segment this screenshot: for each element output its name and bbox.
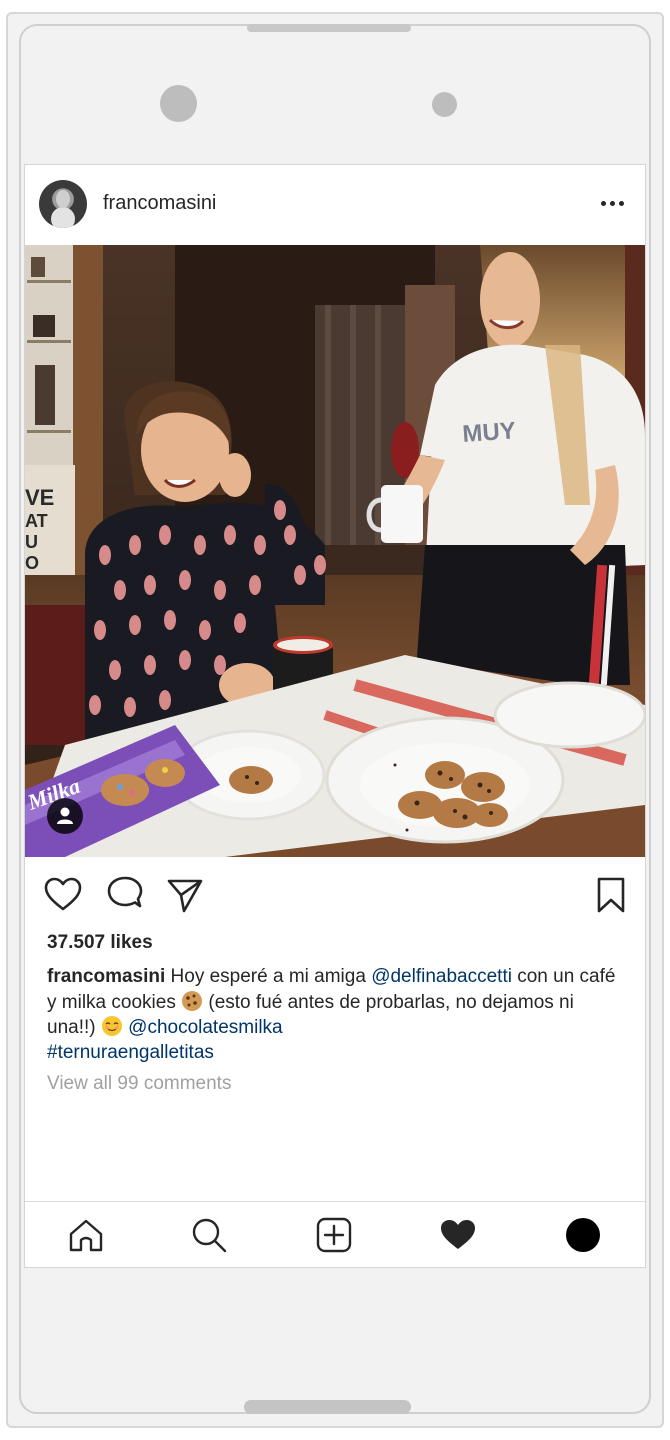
bookmark-icon[interactable] [591, 875, 631, 915]
add-post-icon[interactable] [315, 1216, 353, 1254]
caption-text-1: Hoy esperé a mi amiga [165, 966, 372, 987]
post-caption: francomasini Hoy esperé a mi amiga @delf… [47, 965, 627, 1065]
mention-delfinabaccetti[interactable]: @delfinabaccetti [371, 966, 512, 987]
smiling-face-emoji-icon [101, 1016, 122, 1036]
bottom-bar [244, 1400, 411, 1414]
hashtag-ternuraengalletitas[interactable]: #ternuraengalletitas [47, 1042, 214, 1063]
caption-username[interactable]: francomasini [47, 966, 165, 987]
heart-outline-icon[interactable] [43, 875, 83, 915]
comment-icon[interactable] [105, 875, 145, 915]
view-all-comments-link[interactable]: View all 99 comments [47, 1073, 231, 1095]
top-speaker [247, 24, 411, 32]
more-options-icon[interactable] [601, 199, 625, 207]
cookie-emoji-icon [182, 990, 203, 1011]
post-actions [25, 857, 645, 927]
instagram-screen: francomasini VE AT U O MUY Milka 37.507 … [24, 164, 646, 1268]
proximity-sensor [432, 92, 457, 117]
post-photo-illustration: VE AT U O MUY Milka [25, 245, 645, 857]
search-icon[interactable] [190, 1216, 228, 1254]
wall-sign-line-4: O [25, 553, 39, 573]
bottom-navigation [25, 1201, 645, 1267]
activity-heart-icon[interactable] [439, 1216, 477, 1254]
post-photo[interactable]: VE AT U O MUY Milka [25, 245, 645, 857]
post-header: francomasini [25, 165, 645, 245]
wall-sign-line-1: VE [25, 485, 54, 510]
profile-icon[interactable] [564, 1216, 602, 1254]
avatar[interactable] [39, 180, 87, 228]
shirt-print: MUY [462, 417, 517, 448]
likes-count[interactable]: 37.507 likes [47, 932, 153, 954]
user-tag-icon[interactable] [47, 798, 83, 834]
home-icon[interactable] [67, 1216, 105, 1254]
post-username[interactable]: francomasini [103, 192, 216, 215]
wall-sign-line-3: U [25, 532, 38, 552]
mention-chocolatesmilka[interactable]: @chocolatesmilka [128, 1017, 282, 1038]
wall-sign-line-2: AT [25, 511, 48, 531]
share-send-icon[interactable] [165, 875, 205, 915]
front-camera [160, 85, 197, 122]
